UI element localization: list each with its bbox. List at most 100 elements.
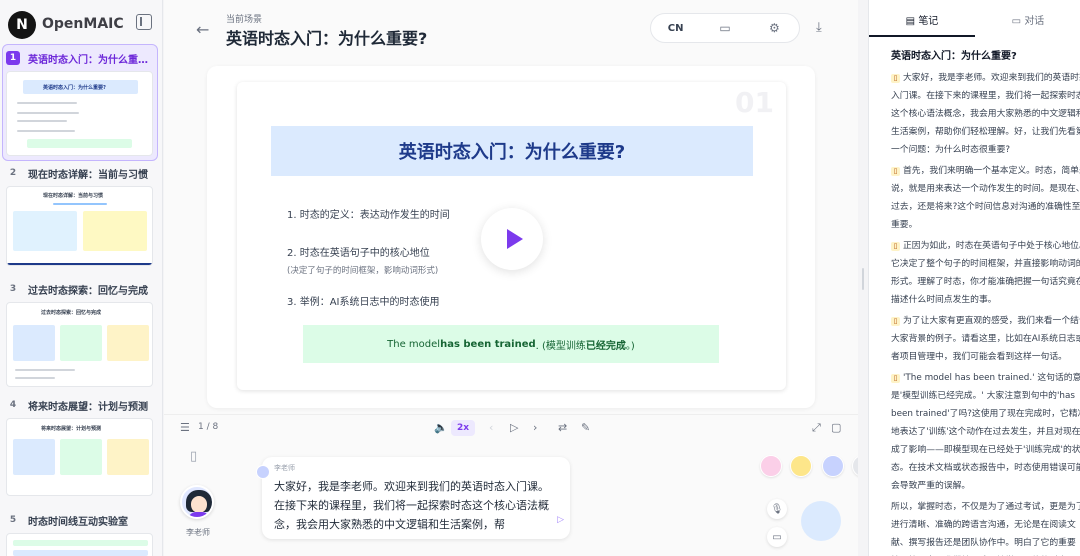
slide-thumbnail: 过去时态探索：回忆与完成: [6, 302, 153, 387]
thumb-title: 英语时态入门：为什么重要?: [43, 85, 106, 91]
speech-text: 大家好，我是李老师。欢迎来到我们的英语时态入门课。在接下来的课程里，我们将一起探…: [274, 480, 549, 531]
user-avatar[interactable]: [801, 501, 841, 541]
slide-list-icon[interactable]: ☰: [180, 421, 190, 434]
bubble-avatar: [256, 465, 270, 479]
loop-icon[interactable]: ⇄: [558, 421, 567, 434]
tab-chat-label: 对话: [1024, 16, 1045, 27]
language-toggle-button[interactable]: CN: [651, 23, 700, 34]
note-badge-icon: ▯: [891, 167, 900, 176]
book-icon[interactable]: ▯: [190, 449, 197, 464]
note-badge-icon: ▯: [891, 74, 900, 83]
bubble-speaker: 李老师: [274, 464, 295, 472]
slide-point-2-note: (决定了句子的时间框架，影响动词形式): [287, 266, 439, 276]
slide-title: 英语时态入门：为什么重…: [28, 54, 148, 66]
slide-item-1[interactable]: 1 英语时态入门：为什么重… 英语时态入门：为什么重要?: [2, 44, 158, 161]
notes-content: 英语时态入门：为什么重要? ▯ 大家好，我是李老师。欢迎来到我们的英语时态入门课。…: [891, 38, 1080, 556]
example-bold-1: has been trained: [440, 338, 536, 350]
pen-icon[interactable]: ✎: [581, 421, 590, 434]
slide-item-2[interactable]: 2 现在时态详解：当前与习惯 现在时态详解：当前与习惯: [6, 164, 157, 266]
sidebar-collapse-icon[interactable]: [136, 14, 152, 30]
play-button[interactable]: [481, 208, 543, 270]
teacher-avatar: [180, 485, 214, 519]
bubble-play-icon[interactable]: ▷: [557, 515, 564, 525]
thumb-title: 将来时态展望：计划与预测: [41, 426, 102, 432]
download-icon[interactable]: ⤓: [816, 20, 822, 35]
note-paragraph: 所以，掌握时态，不仅是为了通过考试，更是为了进行清晰、准确的跨语言沟通，无论是在…: [891, 502, 1080, 548]
page-indicator: 1 / 8: [198, 422, 219, 432]
slide-title: 现在时态详解：当前与习惯: [28, 169, 148, 181]
play-small-icon[interactable]: ▷: [510, 421, 518, 434]
fullscreen-icon[interactable]: ⤢: [812, 421, 821, 435]
sidebar: N OpenMAIC 1 英语时态入门：为什么重… 英语时态入门：为什么重要? 2…: [0, 0, 163, 556]
note-badge-icon: ▯: [891, 317, 900, 326]
main-area: ← 当前场景 英语时态入门：为什么重要? CN ▭ ⚙ ⤓ 01 英语时态入门：…: [164, 0, 874, 556]
slide-canvas: 01 英语时态入门：为什么重要? 1. 时态的定义：表达动作发生的时间 2. 时…: [237, 82, 786, 390]
app-root: N OpenMAIC 1 英语时态入门：为什么重… 英语时态入门：为什么重要? 2…: [0, 0, 1080, 556]
slide-point-2: 2. 时态在英语句子中的核心地位: [287, 248, 430, 259]
slide-thumbnail: 将来时态展望：计划与预测: [6, 418, 153, 496]
notes-panel: ▤ 笔记 ▭ 对话 英语时态入门：为什么重要? ▯ 大家好，我是李老师。欢迎来到我…: [868, 0, 1080, 556]
monitor-icon[interactable]: ▭: [700, 21, 749, 35]
notes-tabs: ▤ 笔记 ▭ 对话: [869, 12, 1080, 34]
thumb-title: 现在时态详解：当前与习惯: [43, 193, 104, 199]
active-tab-indicator: [869, 35, 975, 37]
slide-stage: 01 英语时态入门：为什么重要? 1. 时态的定义：表达动作发生的时间 2. 时…: [207, 66, 815, 408]
note-badge-icon: ▯: [891, 242, 900, 251]
message-icon[interactable]: ▭: [767, 527, 787, 547]
page-title: 英语时态入门：为什么重要?: [226, 29, 428, 48]
speed-button[interactable]: 2x: [451, 420, 475, 436]
note-paragraph: 大家好，我是李老师。欢迎来到我们的英语时态入门课。在接下来的课程里，我们将一起探…: [891, 73, 1080, 155]
example-text-3: 。): [625, 340, 635, 352]
note-paragraph: 首先，我们来明确一个基本定义。时态，简单来说，就是用来表达一个动作发生的时间。是…: [891, 166, 1080, 230]
playback-controls: ☰ 1 / 8 🔈 2x ‹ ▷ › ⇄ ✎ ⤢ ▢: [164, 414, 858, 440]
slide-number: 5: [9, 515, 17, 525]
microphone-icon[interactable]: 🎙: [767, 499, 787, 519]
teacher-panel: ▯ 李老师 李老师 大家好，我是李老师。欢迎来到我们的英语时态入门课。在接下来的…: [164, 441, 874, 556]
notes-title: 英语时态入门：为什么重要?: [891, 51, 1017, 62]
scene-label: 当前场景: [226, 15, 263, 25]
settings-gear-icon[interactable]: ⚙: [750, 21, 799, 35]
student-avatar[interactable]: [822, 455, 844, 477]
teacher-name: 李老师: [186, 528, 210, 537]
student-avatar[interactable]: [790, 455, 812, 477]
resize-handle[interactable]: [862, 268, 864, 290]
slide-number: 4: [9, 400, 17, 410]
slide-item-5[interactable]: 5 时态时间线互动实验室: [6, 511, 157, 556]
slide-thumbnail: [6, 533, 153, 556]
slide-item-4[interactable]: 4 将来时态展望：计划与预测 将来时态展望：计划与预测: [6, 396, 157, 496]
thumb-title: 过去时态探索：回忆与完成: [41, 310, 102, 316]
chat-icon[interactable]: ▢: [831, 421, 841, 434]
slide-title: 时态时间线互动实验室: [28, 516, 128, 528]
note-paragraph: 为了让大家有更直观的感受，我们来看一个结合大家背景的例子。请看这里，比如在AI系…: [891, 316, 1080, 362]
note-badge-icon: ▯: [891, 374, 900, 383]
slide-number-watermark: 01: [735, 86, 774, 119]
slide-item-3[interactable]: 3 过去时态探索：回忆与完成 过去时态探索：回忆与完成: [6, 280, 157, 387]
slide-number: 1: [6, 51, 20, 65]
example-text-2: . (模型训练: [535, 340, 586, 352]
tab-notes-label: 笔记: [918, 16, 939, 27]
back-arrow-icon[interactable]: ←: [196, 20, 209, 39]
app-logo: N: [8, 11, 36, 39]
next-icon[interactable]: ›: [533, 421, 537, 434]
slide-point-3: 3. 举例：AI系统日志中的时态使用: [287, 297, 440, 308]
slide-banner-title: 英语时态入门：为什么重要?: [271, 126, 753, 176]
slide-title: 过去时态探索：回忆与完成: [28, 285, 148, 297]
example-text-1: The model: [387, 338, 441, 350]
slide-thumbnail: 英语时态入门：为什么重要?: [6, 71, 153, 156]
slide-number: 2: [9, 168, 17, 178]
volume-icon[interactable]: 🔈: [434, 421, 448, 434]
slide-thumbnail: 现在时态详解：当前与习惯: [6, 186, 153, 266]
example-box: The model has been trained . (模型训练 已经完成 …: [303, 325, 719, 363]
slide-point-1: 1. 时态的定义：表达动作发生的时间: [287, 210, 450, 221]
note-paragraph: 正因为如此，时态在英语句子中处于核心地位。它决定了整个句子的时间框架，并直接影响…: [891, 241, 1080, 305]
tab-chat[interactable]: ▭ 对话: [975, 12, 1080, 34]
note-paragraph: 'The model has been trained.' 这句话的意思是'模型…: [891, 373, 1080, 491]
header-toolbar: CN ▭ ⚙: [650, 13, 800, 43]
student-avatar[interactable]: [760, 455, 782, 477]
speech-bubble: 李老师 大家好，我是李老师。欢迎来到我们的英语时态入门课。在接下来的课程里，我们…: [256, 457, 570, 539]
slide-number: 3: [9, 284, 17, 294]
tab-notes[interactable]: ▤ 笔记: [869, 12, 975, 34]
prev-icon[interactable]: ‹: [489, 421, 493, 434]
example-bold-2: 已经完成: [585, 340, 626, 352]
brand-name: OpenMAIC: [42, 16, 124, 32]
